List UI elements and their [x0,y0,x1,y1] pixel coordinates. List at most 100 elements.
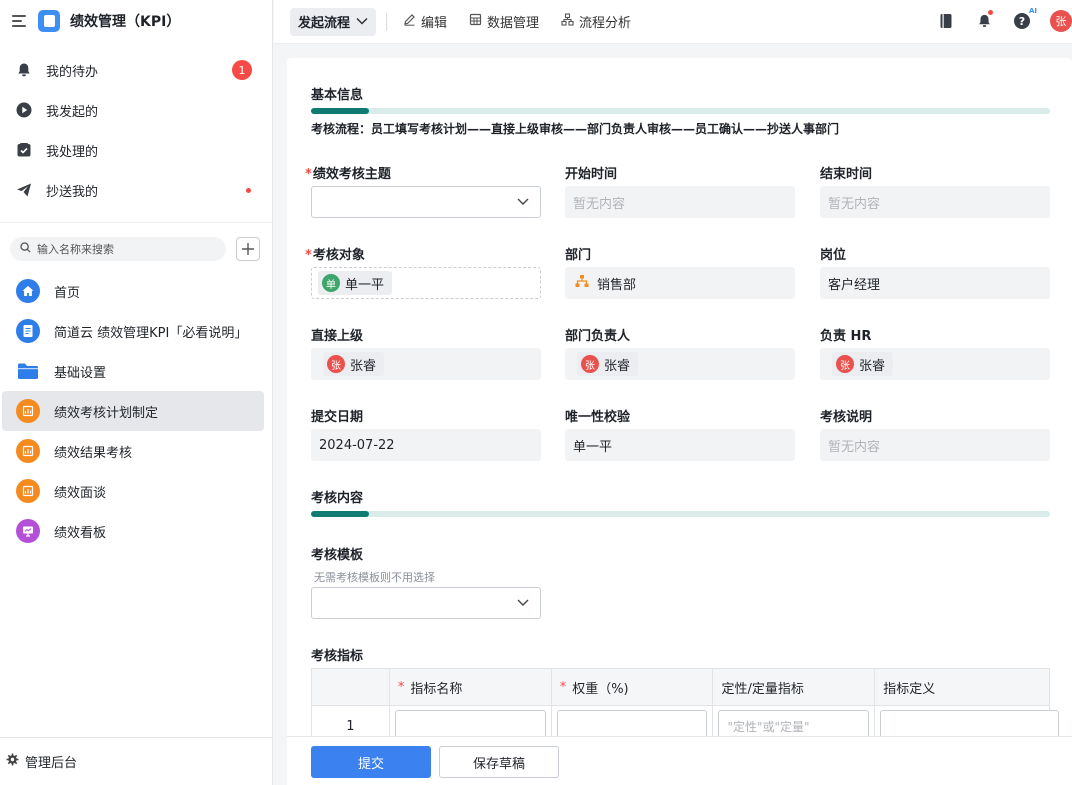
sidebar-search-row: 输入名称来搜索 [0,222,272,271]
member-tag: 张 张睿 [577,352,639,376]
target-label-text: 考核对象 [312,248,365,263]
nav-result-review[interactable]: 绩效结果考核 [2,431,264,471]
nav-my-todo[interactable]: 我的待办 1 [0,50,272,90]
end-time-value: 暂无内容 [820,186,1050,218]
required-mark: * [305,248,312,263]
table-header: * 指标名称 * 权重（%) 定性/定量指标 指标定义 [312,669,1051,706]
member-avatar: 单 [322,274,340,292]
nav-dashboard[interactable]: 绩效看板 [2,511,264,551]
nav-plan-setup[interactable]: 绩效考核计划制定 [2,391,264,431]
submit-date-label: 提交日期 [311,410,364,425]
ai-help-icon[interactable]: ? AI [1012,7,1037,32]
nav-label: 抄送我的 [46,184,99,200]
home-icon [16,279,40,303]
document-icon [16,319,40,343]
section-basic-info-title: 基本信息 [311,88,364,103]
submit-date-value: 2024-07-22 [311,429,541,461]
theme-select[interactable] [311,186,541,218]
admin-console-link[interactable]: 管理后台 [0,737,272,785]
col-index-header [312,669,390,706]
target-member-field[interactable]: 单 单一平 [311,267,541,299]
member-avatar: 张 [327,355,345,373]
flow-description: 考核流程：员工填写考核计划——直接上级审核——部门负责人审核——员工确认——抄送… [311,122,840,136]
chevron-down-icon [516,595,530,613]
nav-label: 我发起的 [46,104,99,120]
nav-label: 基础设置 [54,365,107,381]
toolbar: 发起流程 编辑 数据管理 流程分析 ? AI 张 [274,0,1072,44]
col-type-header: 定性/定量指标 [713,669,876,706]
dashboard-icon [16,519,40,543]
folder-icon [16,359,40,383]
member-name: 张睿 [350,358,377,374]
theme-label: *绩效考核主题 [305,163,391,182]
bell-icon [16,62,32,78]
flow-analysis-button[interactable]: 流程分析 [561,12,631,31]
table-icon [469,13,482,30]
required-mark: * [305,167,312,182]
col-name-header: * 指标名称 [389,669,552,706]
book-icon[interactable] [936,10,956,32]
dept-name: 销售部 [597,277,637,293]
add-item-button[interactable] [236,237,260,261]
sidebar-search-input[interactable]: 输入名称来搜索 [10,237,226,261]
nav-guide-doc[interactable]: 简道云 绩效管理KPI「必看说明」 [2,311,264,351]
template-select[interactable] [311,587,541,619]
quick-nav: 我的待办 1 我发起的 我处理的 抄送我的 [0,50,272,210]
flow-chart-icon [561,13,574,30]
indicator-table: * 指标名称 * 权重（%) 定性/定量指标 指标定义 1 "定性"或"定量" [311,668,1059,746]
nav-label: 简道云 绩效管理KPI「必看说明」 [54,325,248,341]
action-bar: 提交 保存草稿 [287,736,1072,785]
data-manage-label: 数据管理 [487,16,540,31]
form-icon [16,399,40,423]
org-chart-icon [575,274,589,292]
member-tag: 张 张睿 [832,352,894,376]
dept-head-label: 部门负责人 [565,329,631,344]
template-hint: 无需考核模板则不用选择 [314,571,435,584]
member-tag: 单 单一平 [318,271,393,295]
post-value: 客户经理 [820,267,1050,299]
edit-button[interactable]: 编辑 [403,12,447,31]
nav-cc-me[interactable]: 抄送我的 [0,170,272,210]
theme-label-text: 绩效考核主题 [312,167,391,182]
save-draft-button[interactable]: 保存草稿 [439,746,559,778]
note-value: 暂无内容 [820,429,1050,461]
col-weight-text: 权重（%) [572,681,629,697]
nav-my-processed[interactable]: 我处理的 [0,130,272,170]
required-mark: * [397,679,405,695]
nav-basic-settings[interactable]: 基础设置 [2,351,264,391]
post-label: 岗位 [820,248,847,263]
gear-icon [6,753,19,770]
start-time-value: 暂无内容 [565,186,795,218]
data-manage-button[interactable]: 数据管理 [469,12,539,31]
dept-head-value: 张 张睿 [565,348,795,380]
send-icon [16,182,32,198]
pencil-icon [403,13,416,30]
app-nav: 首页 简道云 绩效管理KPI「必看说明」 基础设置 绩效考核计划制定 绩效结果考… [0,271,272,551]
nav-home[interactable]: 首页 [2,271,264,311]
start-flow-label: 发起流程 [298,16,351,31]
chevron-down-icon [356,14,368,29]
checklist-icon [16,142,32,158]
note-label: 考核说明 [820,410,873,425]
nav-my-initiated[interactable]: 我发起的 [0,90,272,130]
todo-count-badge: 1 [232,60,252,80]
user-avatar[interactable]: 张 [1050,10,1072,32]
form-icon [16,439,40,463]
form-card: 基本信息 考核流程：员工填写考核计划——直接上级审核——部门负责人审核——员工确… [287,58,1072,785]
nav-label: 首页 [54,285,81,301]
target-label: *考核对象 [305,244,365,263]
nav-label: 绩效考核计划制定 [54,405,159,421]
play-circle-icon [16,102,32,118]
toolbar-right: ? AI 张 [918,7,1072,32]
svg-text:?: ? [1019,15,1025,28]
menu-toggle-icon[interactable] [12,15,28,27]
notification-dot [988,10,993,15]
end-time-label: 结束时间 [820,167,873,182]
nav-interview[interactable]: 绩效面谈 [2,471,264,511]
notification-bell-icon[interactable] [974,10,994,32]
hr-value: 张 张睿 [820,348,1050,380]
start-flow-dropdown[interactable]: 发起流程 [290,7,377,36]
required-mark: * [559,679,567,695]
toolbar-divider [386,12,388,31]
submit-button[interactable]: 提交 [311,746,431,778]
